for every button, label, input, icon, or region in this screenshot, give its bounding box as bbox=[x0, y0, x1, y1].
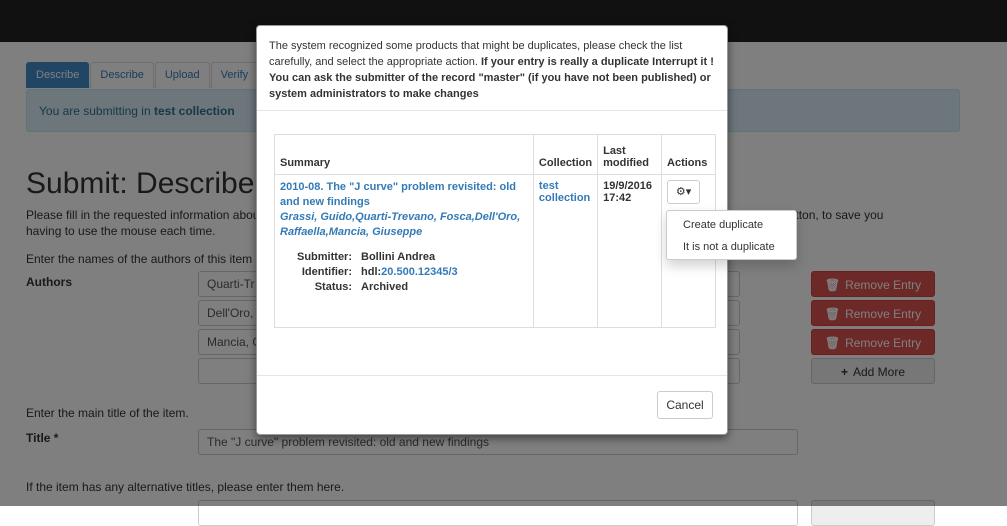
create-duplicate-item[interactable]: Create duplicate bbox=[667, 214, 796, 236]
actions-dropdown-menu: Create duplicate It is not a duplicate bbox=[666, 210, 797, 260]
summary-cell: 2010-08. The "J curve" problem revisited… bbox=[274, 174, 534, 328]
submitter-value: Bollini Andrea bbox=[361, 251, 436, 263]
identifier-value: hdl:20.500.12345/3 bbox=[361, 265, 528, 279]
table-row: 2010-08. The "J curve" problem revisited… bbox=[274, 174, 716, 328]
record-authors: Grassi, Guido,Quarti-Trevano, Fosca,Dell… bbox=[280, 211, 521, 238]
submitter-label: Submitter: bbox=[297, 251, 352, 263]
col-last-modified-2: modified bbox=[603, 157, 649, 169]
modal-intro: The system recognized some products that… bbox=[269, 38, 717, 102]
collection-link[interactable]: test collection bbox=[539, 180, 590, 204]
caret-down-icon: ▾ bbox=[685, 186, 692, 198]
modal-header-divider bbox=[257, 110, 727, 111]
modified-time: 17:42 bbox=[603, 192, 632, 204]
cancel-button[interactable]: Cancel bbox=[657, 391, 713, 419]
modified-cell: 19/9/2016 17:42 bbox=[597, 174, 663, 328]
col-summary: Summary bbox=[274, 134, 534, 175]
col-collection: Collection bbox=[532, 134, 599, 175]
col-last-modified-1: Last bbox=[603, 145, 626, 157]
modified-date: 19/9/2016 bbox=[603, 180, 653, 192]
identifier-link[interactable]: 20.500.12345/3 bbox=[381, 266, 457, 278]
duplicates-table: Summary Collection Last modified Actions … bbox=[274, 134, 716, 328]
col-last-modified: Last modified bbox=[597, 134, 663, 175]
actions-dropdown-button[interactable]: ⚙▾ bbox=[667, 180, 701, 204]
duplicate-check-modal: The system recognized some products that… bbox=[256, 25, 797, 435]
not-duplicate-item[interactable]: It is not a duplicate bbox=[667, 236, 796, 258]
gear-icon: ⚙ bbox=[675, 186, 686, 198]
modal-footer-divider bbox=[257, 375, 727, 376]
identifier-label: Identifier: bbox=[301, 266, 352, 278]
collection-cell: test collection bbox=[532, 174, 599, 328]
record-meta: Submitter: Bollini Andrea Identifier: hd… bbox=[280, 250, 528, 294]
col-actions: Actions bbox=[661, 134, 716, 175]
identifier-prefix: hdl: bbox=[361, 266, 382, 278]
record-title-link[interactable]: 2010-08. The "J curve" problem revisited… bbox=[280, 180, 528, 210]
status-label: Status: bbox=[314, 281, 352, 293]
status-value: Archived bbox=[361, 281, 409, 293]
